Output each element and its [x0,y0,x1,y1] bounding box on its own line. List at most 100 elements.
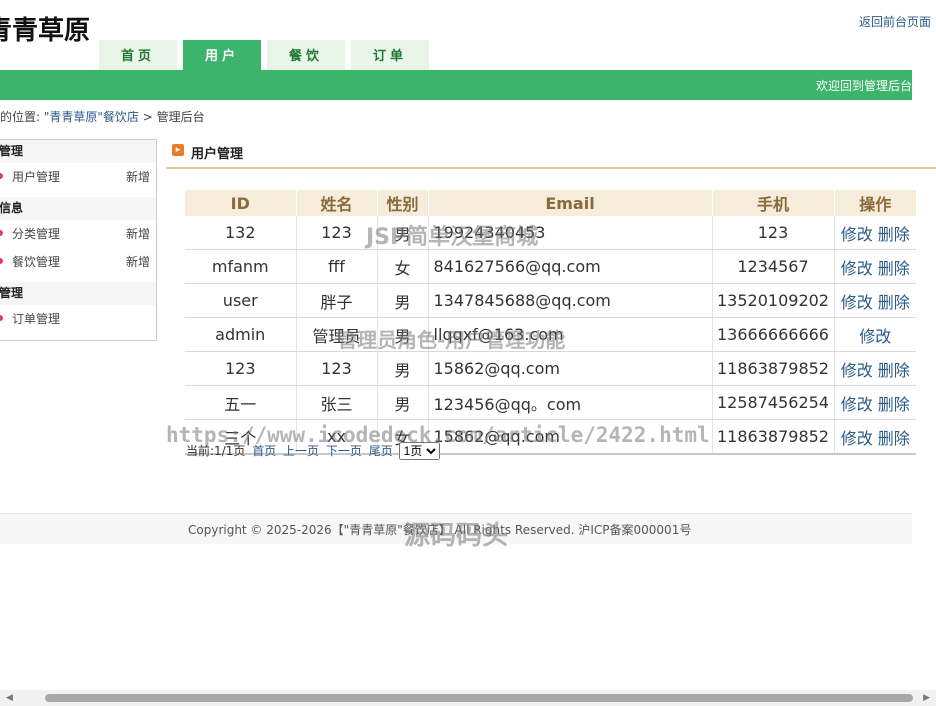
cell-phone: 12587456254 [711,385,834,420]
cell-id: user [185,283,296,318]
cell-name: 123 [295,216,377,250]
cell-email: 841627566@qq.com [427,249,712,284]
cell-phone: 1234567 [711,249,834,284]
horizontal-scrollbar[interactable]: ◀ ▶ [0,690,936,706]
delete-link[interactable]: 删除 [878,429,910,448]
cell-actions: 修改 [833,317,916,352]
cell-email: 123456@qq。com [427,385,712,420]
edit-link[interactable]: 修改 [841,225,873,244]
footer-copyright: Copyright © 2025-2026【"青青草原"餐饮店】 All Rig… [188,523,692,537]
page-last-link[interactable]: 尾页 [369,444,393,458]
cell-gender: 男 [376,385,428,420]
delete-link[interactable]: 删除 [878,395,910,414]
scroll-left-icon[interactable]: ◀ [6,693,13,703]
cell-name: 123 [295,351,377,386]
cell-phone: 11863879852 [711,419,834,455]
tab-users[interactable]: 用户 [183,40,261,70]
dot-icon [0,258,3,264]
delete-link[interactable]: 删除 [878,225,910,244]
delete-link[interactable]: 删除 [878,259,910,278]
breadcrumb-shop-link[interactable]: "青青草原"餐饮店 [44,110,139,124]
cell-actions: 修改 删除 [833,216,916,250]
edit-link[interactable]: 修改 [841,293,873,312]
sidebar-link-orders[interactable]: 订单管理 [12,305,60,333]
edit-link[interactable]: 修改 [841,259,873,278]
cell-actions: 修改 删除 [833,283,916,318]
cell-gender: 男 [376,216,428,250]
sidebar-add-user[interactable]: 新增 [126,163,150,191]
sidebar-group-dining: 饮信息 [0,197,156,220]
sidebar-item-user-management: 用户管理 新增 [0,163,156,191]
dot-icon [0,315,3,321]
cell-name: 管理员 [295,317,377,352]
arrow-right-icon: ▸ [172,144,184,156]
cell-gender: 男 [376,351,428,386]
col-header-name: 姓名 [295,190,377,216]
tab-home[interactable]: 首页 [99,40,177,70]
cell-actions: 修改 删除 [833,385,916,420]
breadcrumb-separator: > [142,110,153,124]
cell-email: 1347845688@qq.com [427,283,712,318]
dot-icon [0,230,3,236]
page-prev-link[interactable]: 上一页 [283,444,319,458]
edit-link[interactable]: 修改 [841,429,873,448]
table-row: user 胖子男 1347845688@qq.com 13520109202 修改 删除 [185,283,916,318]
cell-phone: 13666666666 [711,317,834,352]
edit-link[interactable]: 修改 [841,361,873,380]
sidebar-group-orders: 单管理 [0,282,156,305]
cell-email: 15862@qq.com [427,351,712,386]
cell-name: fff [295,249,377,284]
dot-icon [0,173,3,179]
page-next-link[interactable]: 下一页 [326,444,362,458]
cell-name: 胖子 [295,283,377,318]
table-header-row: ID 姓名 性别 Email 手机 操作 [185,190,916,216]
sidebar-add-food[interactable]: 新增 [126,248,150,276]
sidebar-link-food[interactable]: 餐饮管理 [12,248,60,276]
page-first-link[interactable]: 首页 [252,444,276,458]
page-select[interactable]: 1页 [398,442,440,460]
panel-title: 用户管理 [191,147,244,162]
cell-email: 19924340453 [427,216,712,250]
panel-header: ▸ 用户管理 [166,139,936,169]
cell-phone: 123 [711,216,834,250]
cell-email: llqqxf@163.com [427,317,712,352]
page-status: 当前:1/1页 [186,444,246,458]
table-row: admin 管理员男 llqqxf@163.com 13666666666 修改 [185,317,916,352]
sidebar-item-orders: 订单管理 [0,305,156,333]
cell-actions: 修改 删除 [833,249,916,284]
col-header-phone: 手机 [711,190,834,216]
cell-gender: 男 [376,317,428,352]
cell-id: admin [185,317,296,352]
breadcrumb: 在的位置: "青青草原"餐饮店 > 管理后台 [0,108,205,125]
scroll-right-icon[interactable]: ▶ [923,693,930,703]
sidebar-link-user-management[interactable]: 用户管理 [12,163,60,191]
site-title: 青青草原 [0,16,91,46]
back-to-frontend-link[interactable]: 返回前台页面 [859,13,931,30]
cell-name: 张三 [295,385,377,420]
sidebar-add-category[interactable]: 新增 [126,220,150,248]
scrollbar-thumb[interactable] [45,694,913,702]
delete-link[interactable]: 删除 [878,361,910,380]
sidebar-link-category[interactable]: 分类管理 [12,220,60,248]
welcome-text: 欢迎回到管理后台 [815,79,912,93]
delete-link[interactable]: 删除 [878,293,910,312]
sidebar-item-food: 餐饮管理 新增 [0,248,156,276]
sidebar: 户管理 用户管理 新增 饮信息 分类管理 新增 餐饮管理 新增 单管理 订单管理 [0,139,157,341]
footer: Copyright © 2025-2026【"青青草原"餐饮店】 All Rig… [0,513,912,544]
tab-dining[interactable]: 餐饮 [267,40,345,70]
edit-link[interactable]: 修改 [841,395,873,414]
users-table: ID 姓名 性别 Email 手机 操作 132 123 男 19924340453 1… [185,190,916,455]
table-row: 123 123 男 15862@qq.com 11863879852 修改 删除 [185,351,916,386]
main-nav: 首页 用户 餐饮 订单 [99,40,435,70]
cell-gender: 女 [376,249,428,284]
cell-phone: 11863879852 [711,351,834,386]
cell-phone: 13520109202 [711,283,834,318]
breadcrumb-prefix: 在的位置: [0,110,41,124]
col-header-email: Email [427,190,712,216]
col-header-id: ID [185,190,296,216]
tab-orders[interactable]: 订单 [351,40,429,70]
table-row: mfanm fff 女 841627566@qq.com 1234567 修改 删除 [185,249,916,284]
edit-link[interactable]: 修改 [859,327,891,346]
breadcrumb-current: 管理后台 [156,110,205,124]
cell-id: 123 [185,351,296,386]
